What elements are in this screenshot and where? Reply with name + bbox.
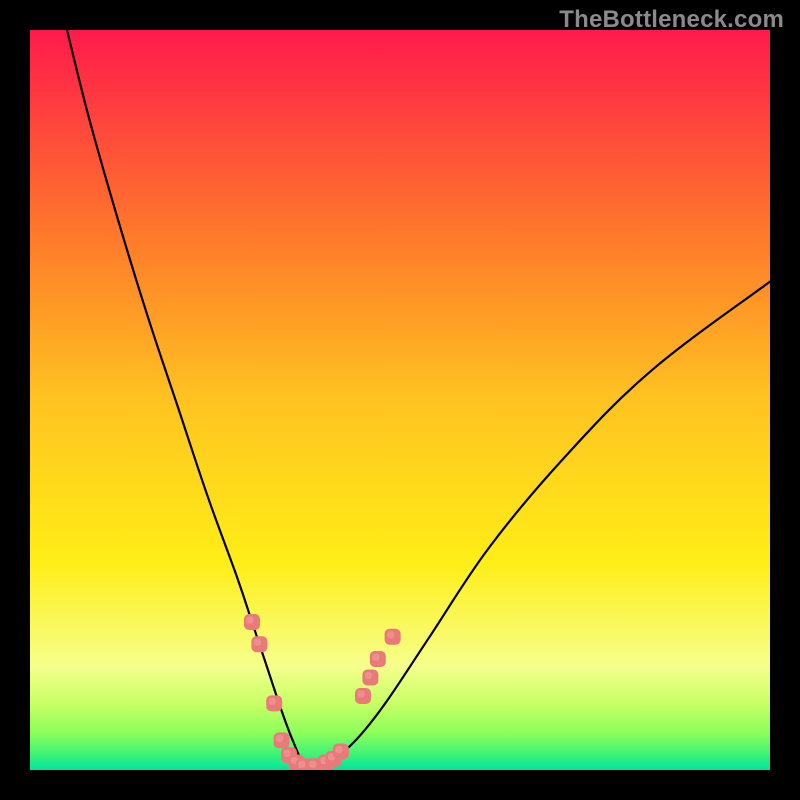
curve-marker-highlight — [284, 750, 291, 757]
plot-area — [30, 30, 770, 770]
curve-marker-highlight — [387, 631, 394, 638]
curve-marker-highlight — [298, 761, 305, 768]
curve-marker — [266, 695, 282, 711]
curve-marker-highlight — [358, 691, 365, 698]
curve-marker-highlight — [247, 617, 254, 624]
curve-marker-highlight — [365, 672, 372, 679]
curve-marker-highlight — [276, 735, 283, 742]
curve-marker — [244, 614, 260, 630]
curve-marker-highlight — [309, 761, 316, 768]
curve-marker-highlight — [269, 698, 276, 705]
curve-marker — [274, 732, 290, 748]
chart-frame: TheBottleneck.com — [0, 0, 800, 800]
curve-marker-highlight — [335, 746, 342, 753]
curve-marker — [355, 688, 371, 704]
curve-marker-highlight — [254, 639, 261, 646]
curve-marker — [251, 636, 267, 652]
curve-marker — [333, 744, 349, 760]
curve-marker — [370, 651, 386, 667]
gradient-background — [30, 30, 770, 770]
chart-svg — [30, 30, 770, 770]
curve-marker — [362, 670, 378, 686]
curve-marker-highlight — [372, 654, 379, 661]
curve-marker — [385, 629, 401, 645]
